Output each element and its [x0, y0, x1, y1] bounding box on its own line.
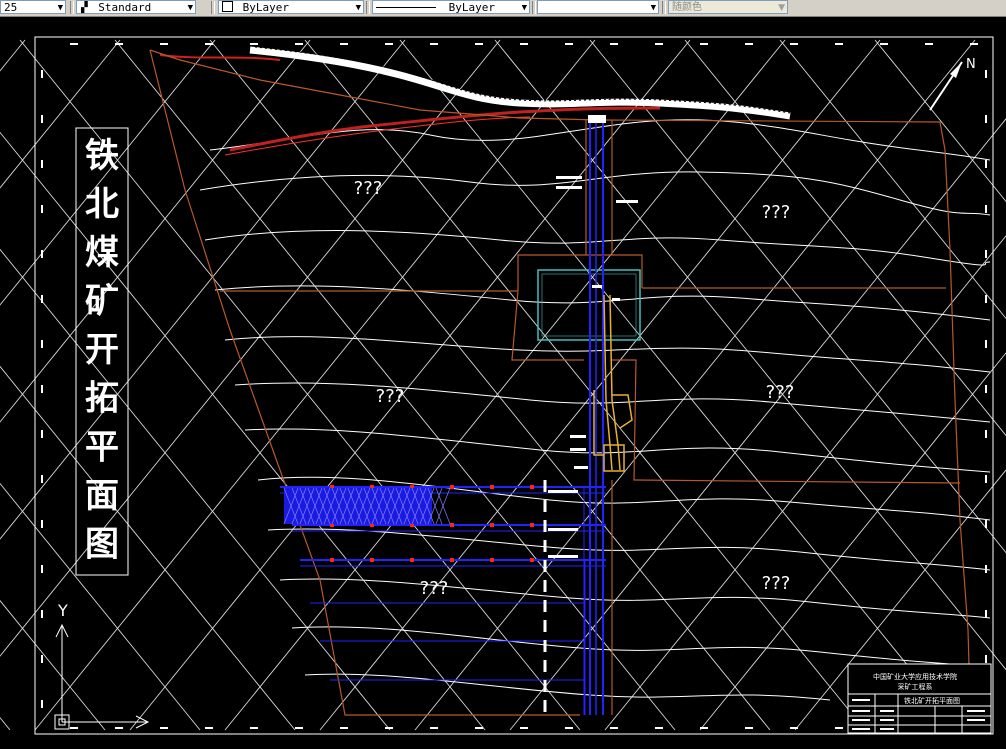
title-char: 图 [85, 524, 119, 564]
drawing-title: 铁北煤矿开拓平面图 [85, 136, 119, 564]
chevron-down-icon[interactable]: ▼ [522, 1, 527, 13]
ucs-y-label: Y [57, 601, 68, 620]
toolbar-separator [532, 1, 536, 14]
coordinate-grid [0, 39, 1006, 731]
properties-toolbar: 25 ▼ ▞ Standard ▼ ByLayer ▼ ByLayer ▼ ▼ … [0, 0, 1006, 17]
region-label: ??? [376, 386, 405, 407]
shaft-head [588, 115, 606, 123]
drawing-svg: ??? ??? ??? ??? ??? ??? 铁北煤矿开拓平面图 N Y 中国… [0, 36, 1006, 735]
chevron-down-icon[interactable]: ▼ [356, 1, 361, 13]
linetype-sample-icon [376, 7, 436, 8]
linetype-value: ByLayer [448, 1, 495, 14]
plot-style-value: 随颜色 [672, 2, 702, 13]
frame-tick-marks [41, 43, 987, 729]
title-char: 拓 [85, 379, 119, 419]
color-swatch-icon [222, 1, 233, 12]
plot-style-dropdown[interactable]: 随颜色 ▼ [668, 0, 788, 14]
contour-lines [199, 119, 991, 701]
drawing-canvas[interactable]: ??? ??? ??? ??? ??? ??? 铁北煤矿开拓平面图 N Y 中国… [0, 17, 1006, 744]
color-dropdown[interactable]: ByLayer ▼ [218, 0, 364, 14]
mine-boundary [149, 49, 971, 716]
linetype-dropdown[interactable]: ByLayer ▼ [372, 0, 530, 14]
mined-out-area [283, 487, 451, 525]
toolbar-separator [70, 1, 74, 14]
title-char: 开 [85, 330, 119, 370]
drawing-name: 铁北矿开拓平面图 [904, 696, 960, 705]
department-name: 采矿工程系 [898, 682, 933, 691]
chevron-down-icon[interactable]: ▼ [651, 1, 656, 13]
region-label: ??? [766, 382, 795, 403]
text-style-value: Standard [98, 1, 152, 14]
toolbar-separator [211, 1, 215, 14]
school-name: 中国矿业大学应用技术学院 [873, 672, 957, 681]
title-char: 平 [85, 427, 119, 467]
title-char: 面 [85, 476, 119, 516]
inclined-shafts [593, 294, 633, 472]
chevron-down-icon[interactable]: ▼ [778, 1, 785, 13]
title-char: 煤 [85, 233, 119, 273]
text-style-icon: ▞ [81, 1, 88, 14]
river [159, 46, 791, 156]
title-char: 矿 [85, 282, 119, 322]
toolbar-separator [662, 1, 666, 14]
color-value: ByLayer [242, 1, 289, 14]
chevron-down-icon[interactable]: ▼ [58, 1, 63, 13]
north-label: N [966, 57, 976, 72]
chevron-down-icon[interactable]: ▼ [188, 1, 193, 13]
title-char: 铁 [85, 136, 119, 176]
region-label: ??? [762, 573, 791, 594]
text-style-dropdown[interactable]: ▞ Standard ▼ [76, 0, 196, 14]
title-block: 中国矿业大学应用技术学院 采矿工程系 铁北矿开拓平面图 [847, 663, 992, 734]
region-label: ??? [354, 178, 383, 199]
ucs-icon [54, 623, 150, 730]
layer-value: 25 [4, 1, 18, 14]
toolbar-separator [366, 1, 370, 14]
drawing-frame [34, 36, 994, 735]
region-label: ??? [420, 578, 449, 599]
title-char: 北 [85, 185, 119, 225]
layer-dropdown[interactable]: 25 ▼ [0, 0, 66, 14]
north-arrow-icon: N [929, 57, 976, 111]
lineweight-dropdown[interactable]: ▼ [537, 0, 659, 14]
region-label: ??? [762, 202, 791, 223]
